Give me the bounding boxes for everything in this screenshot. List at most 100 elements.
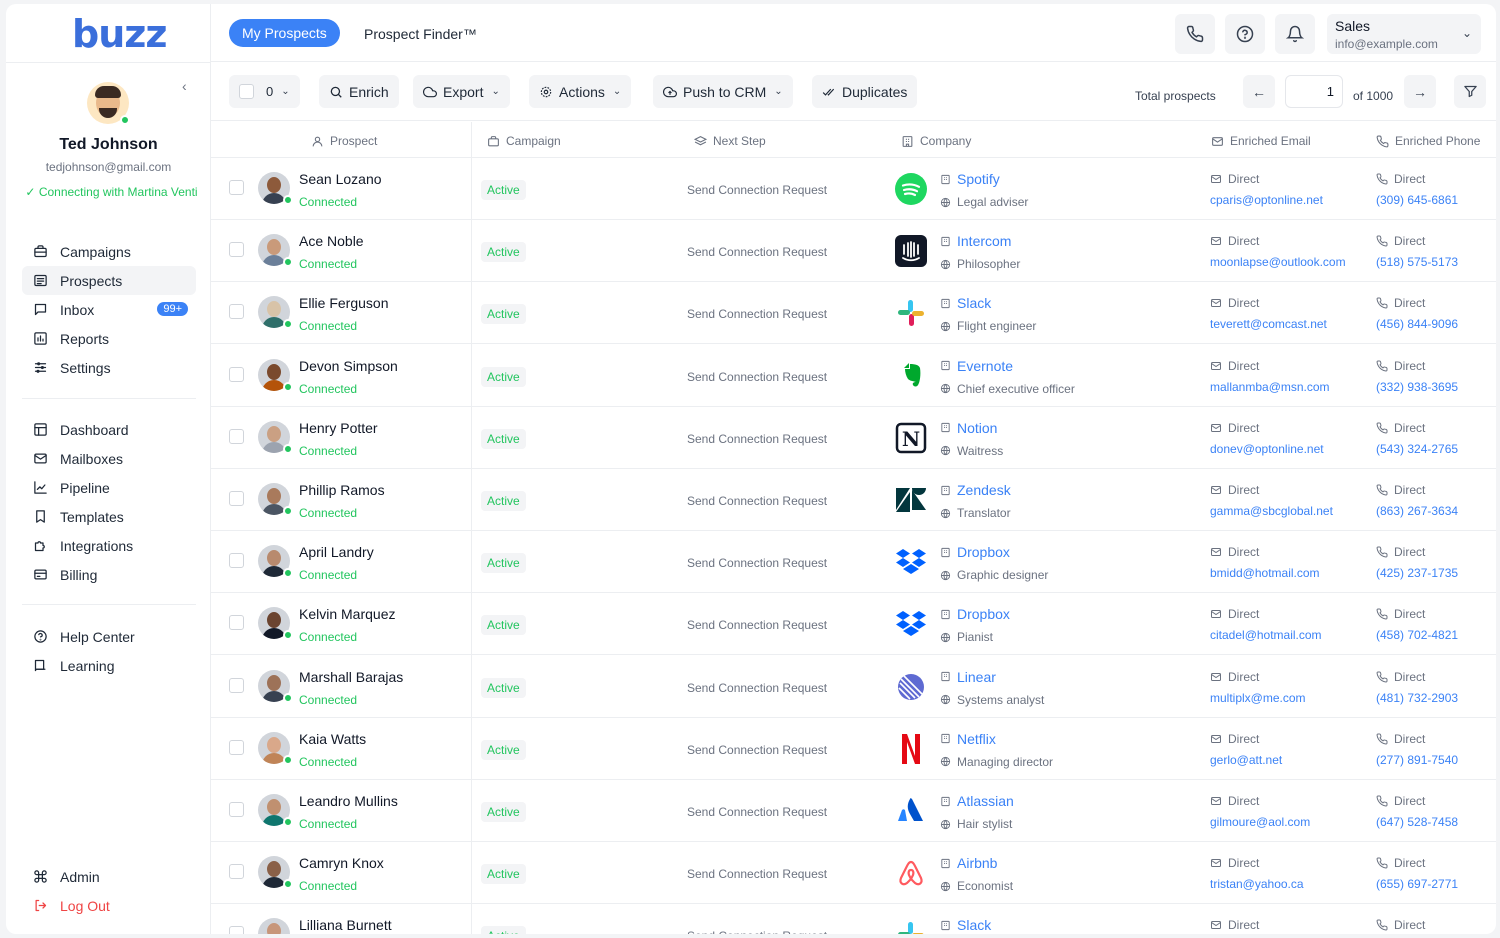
prospect-name[interactable]: Kaia Watts <box>299 731 366 747</box>
row-checkbox[interactable] <box>229 739 244 755</box>
help-button[interactable] <box>1225 14 1265 54</box>
table-row[interactable]: April Landry Connected Active Send Connecti… <box>211 531 1496 594</box>
enriched-email-link[interactable]: cparis@optonline.net <box>1210 193 1323 207</box>
enriched-phone-link[interactable]: (655) 697-2771 <box>1376 877 1458 891</box>
table-row[interactable]: Leandro Mullins Connected Active Send Conne… <box>211 780 1496 842</box>
prospect-name[interactable]: Sean Lozano <box>299 171 382 187</box>
phone-button[interactable] <box>1175 14 1215 54</box>
enriched-phone-link[interactable]: (277) 891-7540 <box>1376 753 1458 767</box>
sidebar-item-settings[interactable]: Settings <box>22 353 196 382</box>
company-name-link[interactable]: Zendesk <box>940 482 1011 498</box>
prospect-name[interactable]: Lilliana Burnett <box>299 917 392 933</box>
company-name-link[interactable]: Atlassian <box>940 793 1014 809</box>
page-number-input[interactable] <box>1285 75 1343 108</box>
enriched-phone-link[interactable]: (458) 702-4821 <box>1376 628 1458 642</box>
sidebar-item-reports[interactable]: Reports <box>22 324 196 353</box>
row-checkbox[interactable] <box>229 428 244 444</box>
enriched-phone-link[interactable]: (518) 575-5173 <box>1376 255 1458 269</box>
prospect-name[interactable]: Devon Simpson <box>299 358 398 374</box>
sidebar-item-billing[interactable]: Billing <box>22 560 196 589</box>
sidebar-item-inbox[interactable]: Inbox 99+ <box>22 295 196 324</box>
table-row[interactable]: Phillip Ramos Connected Active Send Connect… <box>211 469 1496 531</box>
enriched-phone-link[interactable]: (332) 938-3695 <box>1376 380 1458 394</box>
row-checkbox[interactable] <box>229 864 244 880</box>
company-name-link[interactable]: Evernote <box>940 358 1013 374</box>
table-row[interactable]: Kelvin Marquez Connected Active Send Connec… <box>211 593 1496 656</box>
enriched-phone-link[interactable]: (543) 324-2765 <box>1376 442 1458 456</box>
sidebar-item-dashboard[interactable]: Dashboard <box>22 415 196 444</box>
column-prospect[interactable]: Prospect <box>311 134 377 148</box>
enriched-email-link[interactable]: gilmoure@aol.com <box>1210 815 1310 829</box>
export-button[interactable]: Export ⌄ <box>413 75 510 108</box>
enriched-email-link[interactable]: gerlo@att.net <box>1210 753 1282 767</box>
account-switcher[interactable]: Sales info@example.com ⌄ <box>1327 14 1481 54</box>
company-name-link[interactable]: Slack <box>940 917 991 933</box>
tab-my-prospects[interactable]: My Prospects <box>229 19 340 47</box>
prospect-name[interactable]: Leandro Mullins <box>299 793 398 809</box>
enriched-email-link[interactable]: tristan@yahoo.ca <box>1210 877 1304 891</box>
enriched-email-link[interactable]: bmidd@hotmail.com <box>1210 566 1320 580</box>
sidebar-item-integrations[interactable]: Integrations <box>22 531 196 560</box>
sidebar-item-admin[interactable]: Admin <box>22 862 196 891</box>
row-checkbox[interactable] <box>229 802 244 817</box>
avatar[interactable] <box>258 918 290 934</box>
column-company[interactable]: Company <box>901 134 971 148</box>
company-name-link[interactable]: Spotify <box>940 171 1000 187</box>
table-row[interactable]: Kaia Watts Connected Active Send Connection… <box>211 718 1496 780</box>
row-checkbox[interactable] <box>229 304 244 320</box>
table-row[interactable]: Devon Simpson Connected Active Send Connect… <box>211 345 1496 407</box>
enriched-email-link[interactable]: citadel@hotmail.com <box>1210 628 1322 642</box>
company-name-link[interactable]: Dropbox <box>940 606 1010 622</box>
row-checkbox[interactable] <box>229 677 244 693</box>
enriched-email-link[interactable]: multiplx@me.com <box>1210 691 1306 705</box>
table-row[interactable]: Ellie Ferguson Connected Active Send Connec… <box>211 282 1496 345</box>
tab-prospect-finder[interactable]: Prospect Finder™ <box>364 26 477 42</box>
prospect-name[interactable]: Henry Potter <box>299 420 378 436</box>
sidebar-item-prospects[interactable]: Prospects <box>22 266 196 295</box>
company-name-link[interactable]: Dropbox <box>940 544 1010 560</box>
push-to-crm-button[interactable]: Push to CRM ⌄ <box>653 75 793 108</box>
enriched-email-link[interactable]: donev@optonline.net <box>1210 442 1324 456</box>
enriched-phone-link[interactable]: (309) 645-6861 <box>1376 193 1458 207</box>
actions-button[interactable]: Actions ⌄ <box>529 75 632 108</box>
collapse-sidebar-icon[interactable]: ‹ <box>182 78 187 94</box>
select-all-checkbox[interactable] <box>239 84 254 99</box>
column-enriched-phone[interactable]: Enriched Phone <box>1376 134 1480 148</box>
sidebar-item-learning[interactable]: Learning <box>22 651 196 680</box>
next-page-button[interactable]: → <box>1404 75 1436 108</box>
prospect-name[interactable]: April Landry <box>299 544 374 560</box>
table-row[interactable]: Ace Noble Connected Active Send Connection … <box>211 220 1496 283</box>
enriched-phone-link[interactable]: (863) 267-3634 <box>1376 504 1458 518</box>
enriched-phone-link[interactable]: (425) 237-1735 <box>1376 566 1458 580</box>
table-row[interactable]: Marshall Barajas Connected Active Send Conn… <box>211 656 1496 718</box>
prospect-name[interactable]: Ace Noble <box>299 233 364 249</box>
company-name-link[interactable]: Notion <box>940 420 997 436</box>
filter-button[interactable] <box>1454 75 1486 108</box>
table-row[interactable]: Henry Potter Connected Active Send Connecti… <box>211 407 1496 469</box>
prospect-name[interactable]: Ellie Ferguson <box>299 295 389 311</box>
row-checkbox[interactable] <box>229 491 244 506</box>
buzz-logo[interactable]: buzz <box>72 12 167 56</box>
row-checkbox[interactable] <box>229 615 244 631</box>
row-checkbox[interactable] <box>229 553 244 569</box>
prospect-name[interactable]: Marshall Barajas <box>299 669 403 685</box>
company-name-link[interactable]: Airbnb <box>940 855 997 871</box>
sidebar-item-log-out[interactable]: Log Out <box>22 891 196 920</box>
row-checkbox[interactable] <box>229 366 244 382</box>
sidebar-item-campaigns[interactable]: Campaigns <box>22 237 196 266</box>
enriched-email-link[interactable]: moonlapse@outlook.com <box>1210 255 1346 269</box>
enriched-phone-link[interactable]: (481) 732-2903 <box>1376 691 1458 705</box>
enriched-email-link[interactable]: teverett@comcast.net <box>1210 317 1327 331</box>
company-name-link[interactable]: Intercom <box>940 233 1011 249</box>
sidebar-item-pipeline[interactable]: Pipeline <box>22 473 196 502</box>
prev-page-button[interactable]: ← <box>1243 75 1275 108</box>
row-checkbox[interactable] <box>229 242 244 258</box>
enriched-email-link[interactable]: gamma@sbcglobal.net <box>1210 504 1333 518</box>
sidebar-item-mailboxes[interactable]: Mailboxes <box>22 444 196 473</box>
enriched-phone-link[interactable]: (647) 528-7458 <box>1376 815 1458 829</box>
company-name-link[interactable]: Netflix <box>940 731 996 747</box>
column-next-step[interactable]: Next Step <box>694 134 766 148</box>
table-row[interactable]: Lilliana BurnettConnectedActiveSend Conn… <box>211 904 1496 934</box>
row-checkbox[interactable] <box>229 926 244 934</box>
table-row[interactable]: Camryn Knox Connected Active Send Connectio… <box>211 842 1496 905</box>
